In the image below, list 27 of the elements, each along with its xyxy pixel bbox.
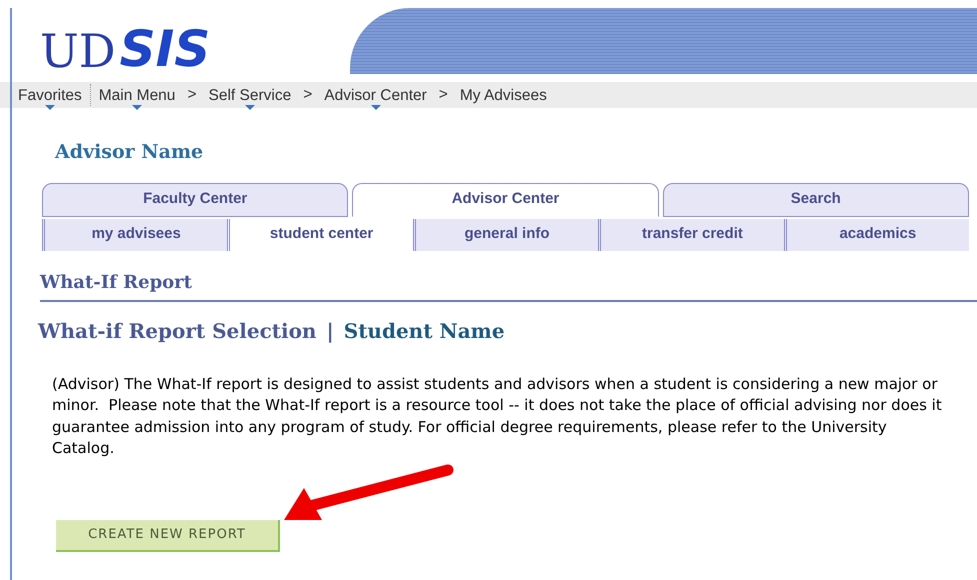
create-report-button[interactable]: CREATE NEW REPORT <box>56 520 280 552</box>
breadcrumb-separator: > <box>187 85 196 106</box>
tab[interactable]: Search <box>662 182 969 216</box>
breadcrumb-separator: > <box>303 85 312 106</box>
subtab[interactable]: my advisees <box>42 218 228 250</box>
subtab[interactable]: academics <box>784 218 970 250</box>
section-title: What-if Report Selection <box>38 318 316 344</box>
subtab[interactable]: transfer credit <box>598 218 784 250</box>
page-title: What-If Report <box>40 272 192 292</box>
description-text: (Advisor) The What-If report is designed to assist students and advisors when a student is considering a new major or minor. Please note that the What-If report is a resource tool -- it does not take the place of official advising nor does it guarantee admission into any program of study. For official degree requirements, please refer to the University Catalog. <box>52 374 943 459</box>
tab[interactable]: Advisor Center <box>352 182 659 216</box>
breadcrumb-link[interactable]: Self Service <box>208 86 292 110</box>
logo: UDSIS <box>39 19 212 80</box>
dropdown-caret-icon[interactable] <box>370 104 381 110</box>
dropdown-caret-icon[interactable] <box>132 104 142 110</box>
tab[interactable]: Faculty Center <box>42 182 348 216</box>
dropdown-caret-icon[interactable] <box>244 104 255 110</box>
student-name: Student Name <box>344 318 505 344</box>
breadcrumb-link[interactable]: Main Menu <box>98 86 176 110</box>
section-divider: | <box>326 318 334 345</box>
breadcrumb-separator: > <box>438 85 448 106</box>
breadcrumb-link[interactable]: Advisor Center <box>324 86 427 110</box>
breadcrumb-link[interactable]: Favorites <box>18 86 82 110</box>
subtab[interactable]: general info <box>412 218 598 250</box>
breadcrumb-link[interactable]: My Advisees <box>460 86 547 110</box>
dropdown-caret-icon[interactable] <box>44 104 55 110</box>
advisor-name: Advisor Name <box>55 140 204 165</box>
